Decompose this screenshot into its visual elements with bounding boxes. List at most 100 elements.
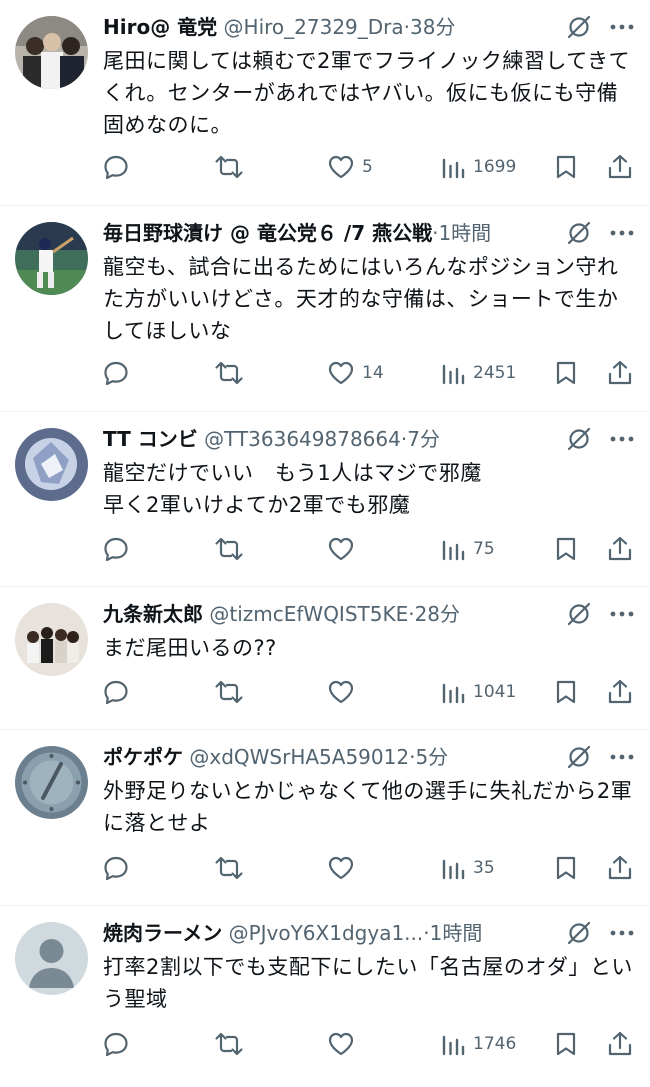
display-name[interactable]: ポケポケ	[103, 745, 183, 769]
view-count: 2451	[473, 363, 517, 383]
like-button[interactable]	[327, 1027, 362, 1061]
timestamp[interactable]: 28分	[415, 602, 460, 626]
share-button[interactable]	[606, 851, 634, 885]
bookmark-button[interactable]	[553, 851, 579, 885]
tweet[interactable]: 毎日野球漬け @ 竜公党６ /7 燕公戦·1時間 龍空も、試合に出るためにはいろ…	[0, 206, 650, 412]
more-icon[interactable]	[608, 601, 636, 627]
reply-icon	[104, 537, 128, 562]
grok-icon[interactable]	[566, 744, 592, 770]
retweet-button[interactable]	[214, 675, 244, 709]
reply-button[interactable]	[102, 675, 130, 709]
header-icons	[566, 220, 636, 246]
tweet-header: 焼肉ラーメン @PJvoY6X1dgya1...·1時間	[103, 918, 555, 948]
views-button[interactable]: 1699	[440, 150, 516, 184]
more-icon[interactable]	[608, 744, 636, 770]
timestamp[interactable]: 7分	[407, 427, 440, 451]
more-icon[interactable]	[608, 426, 636, 452]
user-handle[interactable]: @TT363649878664	[204, 427, 401, 451]
tweet[interactable]: 焼肉ラーメン @PJvoY6X1dgya1...·1時間 打率2割以下でも支配下…	[0, 906, 650, 1087]
share-button[interactable]	[606, 356, 634, 390]
avatar[interactable]	[15, 746, 88, 819]
avatar[interactable]	[15, 428, 88, 501]
user-handle[interactable]: @xdQWSrHA5A59012	[189, 745, 409, 769]
like-button[interactable]: 5	[327, 150, 373, 184]
more-icon[interactable]	[608, 14, 636, 40]
display-name[interactable]: 九条新太郎	[103, 602, 203, 626]
retweet-button[interactable]	[214, 532, 244, 566]
reply-icon	[104, 1032, 128, 1057]
share-button[interactable]	[606, 1027, 634, 1061]
display-name[interactable]: Hiro@ 竜党	[103, 15, 217, 39]
retweet-icon	[215, 856, 243, 880]
retweet-icon	[215, 537, 243, 561]
views-button[interactable]: 35	[440, 851, 495, 885]
views-button[interactable]: 1041	[440, 675, 516, 709]
bookmark-icon	[556, 856, 576, 880]
action-bar: 1041	[100, 675, 640, 709]
tweet[interactable]: ポケポケ @xdQWSrHA5A59012·5分 外野足りないとかじゃなくて他の…	[0, 730, 650, 906]
timestamp[interactable]: 5分	[415, 745, 448, 769]
header-icons	[566, 14, 636, 40]
bookmark-button[interactable]	[553, 532, 579, 566]
like-button[interactable]: 14	[327, 356, 384, 390]
like-button[interactable]	[327, 851, 362, 885]
display-name[interactable]: 毎日野球漬け @ 竜公党６ /7 燕公戦	[103, 221, 432, 245]
avatar[interactable]	[15, 603, 88, 676]
share-button[interactable]	[606, 675, 634, 709]
like-button[interactable]	[327, 532, 362, 566]
reply-button[interactable]	[102, 532, 130, 566]
reply-button[interactable]	[102, 1027, 130, 1061]
view-count: 1041	[473, 682, 517, 702]
tweet[interactable]: TT コンビ @TT363649878664·7分 龍空だけでいい もう1人はマ…	[0, 412, 650, 587]
tweet-header: TT コンビ @TT363649878664·7分	[103, 424, 555, 454]
grok-icon[interactable]	[566, 601, 592, 627]
tweet[interactable]: 九条新太郎 @tizmcEfWQIST5KE·28分 まだ尾田いるの?? 104…	[0, 587, 650, 730]
bookmark-button[interactable]	[553, 675, 579, 709]
grok-icon[interactable]	[566, 920, 592, 946]
more-icon[interactable]	[608, 920, 636, 946]
bookmark-button[interactable]	[553, 356, 579, 390]
views-icon	[442, 540, 465, 561]
display-name[interactable]: TT コンビ	[103, 427, 198, 451]
views-button[interactable]: 75	[440, 532, 495, 566]
like-icon	[328, 537, 354, 561]
bookmark-icon	[556, 680, 576, 704]
tweet-text: 外野足りないとかじゃなくて他の選手に失礼だから2軍に落とせよ	[103, 779, 633, 835]
timestamp[interactable]: 1時間	[438, 221, 491, 245]
tweet[interactable]: Hiro@ 竜党 @Hiro_27329_Dra·38分 尾田に関しては頼むで2…	[0, 0, 650, 206]
retweet-button[interactable]	[214, 356, 244, 390]
avatar[interactable]	[15, 222, 88, 295]
avatar[interactable]	[15, 16, 88, 89]
bookmark-icon	[556, 537, 576, 561]
reply-button[interactable]	[102, 150, 130, 184]
retweet-button[interactable]	[214, 1027, 244, 1061]
timestamp[interactable]: 1時間	[430, 921, 483, 945]
more-icon[interactable]	[608, 220, 636, 246]
reply-icon	[104, 856, 128, 881]
grok-icon[interactable]	[566, 426, 592, 452]
bookmark-button[interactable]	[553, 150, 579, 184]
grok-icon[interactable]	[566, 220, 592, 246]
user-handle[interactable]: @tizmcEfWQIST5KE	[209, 602, 408, 626]
retweet-button[interactable]	[214, 150, 244, 184]
tweet-text: 尾田に関しては頼むで2軍でフライノック練習してきてくれ。センターがあれではヤバい…	[103, 49, 631, 137]
views-button[interactable]: 1746	[440, 1027, 516, 1061]
views-button[interactable]: 2451	[440, 356, 516, 390]
reply-button[interactable]	[102, 356, 130, 390]
user-handle[interactable]: @Hiro_27329_Dra	[224, 15, 404, 39]
views-icon	[442, 158, 465, 179]
share-button[interactable]	[606, 150, 634, 184]
timestamp[interactable]: 38分	[410, 15, 455, 39]
grok-icon[interactable]	[566, 14, 592, 40]
display-name[interactable]: 焼肉ラーメン	[103, 921, 222, 945]
tweet-text: 龍空も、試合に出るためにはいろんなポジション守れた方がいいけどさ。天才的な守備は…	[103, 255, 619, 343]
reply-button[interactable]	[102, 851, 130, 885]
bookmark-button[interactable]	[553, 1027, 579, 1061]
share-button[interactable]	[606, 532, 634, 566]
bookmark-icon	[556, 155, 576, 179]
like-button[interactable]	[327, 675, 362, 709]
bookmark-icon	[556, 1032, 576, 1056]
avatar[interactable]	[15, 922, 88, 995]
retweet-button[interactable]	[214, 851, 244, 885]
user-handle[interactable]: @PJvoY6X1dgya1...	[229, 921, 424, 945]
